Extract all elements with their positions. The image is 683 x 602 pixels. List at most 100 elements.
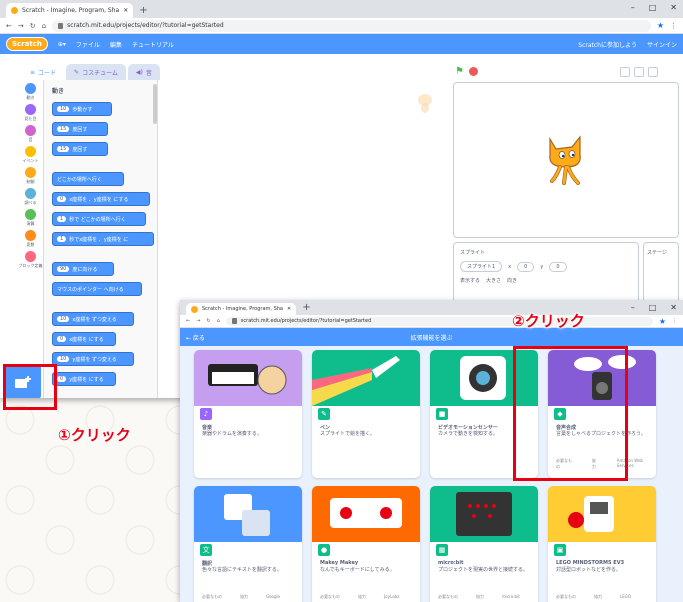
- motion-block[interactable]: 10 y座標を ずつ変える: [52, 352, 134, 366]
- forward-icon[interactable]: →: [196, 318, 200, 324]
- block-input[interactable]: 0: [57, 336, 67, 342]
- motion-block[interactable]: 0 x座標を にする: [52, 332, 116, 346]
- x-label: x: [508, 263, 512, 270]
- reload-icon[interactable]: ↻: [206, 318, 210, 324]
- block-input[interactable]: 15: [57, 146, 70, 152]
- close-tab-icon[interactable]: ✕: [287, 306, 291, 312]
- menu-file[interactable]: ファイル: [76, 40, 100, 49]
- block-label: 歩動かす: [72, 106, 93, 113]
- globe-icon[interactable]: ⊕▾: [58, 41, 66, 48]
- extension-card[interactable]: ■ ビデオモーションセンサー カメラで動きを検知する。: [430, 350, 538, 478]
- menu-tutorials[interactable]: チュートリアル: [132, 40, 174, 49]
- scratch-cat-sprite[interactable]: [542, 133, 588, 187]
- motion-block[interactable]: 0 x座標を 、y座標を にする: [52, 192, 150, 206]
- block-input[interactable]: 0: [57, 196, 67, 202]
- extension-image: [430, 350, 538, 406]
- browser-tab-2[interactable]: Scratch - Imagine, Program, Sha ✕: [186, 303, 297, 315]
- motion-block[interactable]: 10 x座標を ずつ変える: [52, 312, 134, 326]
- category-0[interactable]: 動き: [18, 83, 43, 101]
- motion-block[interactable]: 15 度回す: [52, 142, 108, 156]
- large-stage-icon[interactable]: [634, 67, 644, 77]
- motion-block[interactable]: マウスのポインター へ向ける: [52, 282, 142, 296]
- speaker-icon: ◀): [135, 68, 143, 76]
- tab-costumes[interactable]: ✎ コスチューム: [66, 64, 126, 80]
- maximize-icon[interactable]: □: [649, 3, 657, 12]
- signin-link[interactable]: サインイン: [647, 40, 677, 49]
- back-button[interactable]: ← 戻る: [186, 333, 205, 342]
- block-input[interactable]: 90: [57, 266, 70, 272]
- close-window-icon[interactable]: ✕: [670, 3, 677, 12]
- block-input[interactable]: 15: [57, 126, 70, 132]
- stop-icon[interactable]: [468, 67, 478, 76]
- category-1[interactable]: 見た目: [18, 104, 43, 122]
- url-text-2: scratch.mit.edu/projects/editor/?tutoria…: [240, 318, 372, 324]
- scratch-logo[interactable]: Scratch: [6, 37, 48, 51]
- sprite-watermark-icon: [418, 94, 432, 113]
- block-input[interactable]: 10: [57, 356, 70, 362]
- menu-edit[interactable]: 編集: [110, 40, 122, 49]
- palette-scrollbar[interactable]: [153, 84, 157, 124]
- category-8[interactable]: ブロック定義: [18, 251, 43, 269]
- kebab-menu-icon[interactable]: ⋮: [672, 318, 677, 324]
- back-icon[interactable]: ←: [186, 318, 190, 324]
- extension-title: ペン: [320, 425, 331, 431]
- palette-title: 動き: [52, 88, 65, 95]
- forward-icon[interactable]: →: [18, 22, 24, 30]
- motion-block[interactable]: 1 秒で どこかの場所へ行く: [52, 212, 146, 226]
- extension-card[interactable]: ✎ ペン スプライトで絵を描く。: [312, 350, 420, 478]
- url-field-2[interactable]: scratch.mit.edu/projects/editor/?tutoria…: [225, 316, 653, 326]
- block-input[interactable]: 10: [57, 316, 70, 322]
- back-icon[interactable]: ←: [6, 22, 12, 30]
- browser-tab[interactable]: Scratch - Imagine, Program, Sha ✕: [6, 3, 134, 18]
- category-2[interactable]: 音: [18, 125, 43, 143]
- x-field[interactable]: 0: [517, 261, 535, 272]
- extension-card[interactable]: ▣ LEGO MINDSTORMS EV3 対話型ロボットなどを作る。 必要なもの 協力…: [548, 486, 656, 602]
- new-tab-icon[interactable]: +: [139, 5, 147, 16]
- bookmark-star-icon[interactable]: ★: [659, 317, 666, 326]
- tab-sounds[interactable]: ◀) 音: [127, 64, 160, 80]
- y-field[interactable]: 0: [549, 261, 567, 272]
- extension-card[interactable]: ◆ 音声合成 言葉をしゃべるプロジェクトを作ろう。 必要なもの 協力 Amazon Web…: [548, 350, 656, 478]
- category-7[interactable]: 変数: [18, 230, 43, 248]
- motion-block[interactable]: どこかの場所へ行く: [52, 172, 124, 186]
- extension-card[interactable]: 文翻訳 色々な言語にテキストを翻訳する。 必要なもの 協力 Google: [194, 486, 302, 602]
- url-field[interactable]: scratch.mit.edu/projects/editor/?tutoria…: [52, 19, 651, 32]
- kebab-menu-icon[interactable]: ⋮: [670, 22, 677, 30]
- small-stage-icon[interactable]: [620, 67, 630, 77]
- join-link[interactable]: Scratchに参加しよう: [578, 40, 637, 49]
- block-input[interactable]: 1: [57, 236, 67, 242]
- minimize-icon[interactable]: –: [631, 303, 635, 312]
- add-extension-icon: [15, 376, 31, 388]
- close-window-icon[interactable]: ✕: [670, 303, 677, 312]
- category-3[interactable]: イベント: [18, 146, 43, 164]
- minimize-icon[interactable]: –: [631, 3, 635, 12]
- bookmark-star-icon[interactable]: ★: [657, 21, 664, 30]
- block-input[interactable]: 0: [57, 376, 67, 382]
- motion-block[interactable]: 1 秒でx座標を 、y座標を に: [52, 232, 154, 246]
- block-input[interactable]: 10: [57, 106, 70, 112]
- extension-card[interactable]: ♪ 音楽 楽器やドラムを演奏する。: [194, 350, 302, 478]
- block-input[interactable]: 1: [57, 216, 67, 222]
- maximize-icon[interactable]: □: [649, 303, 657, 312]
- home-icon[interactable]: ⌂: [42, 22, 46, 30]
- add-extension-button[interactable]: [5, 366, 41, 398]
- tab-code[interactable]: ≡ コード: [22, 64, 65, 80]
- category-4[interactable]: 制御: [18, 167, 43, 185]
- sprite-name-field[interactable]: スプライト1: [460, 261, 503, 272]
- extension-card[interactable]: ▦ micro:bit プロジェクトを現実の世界と接続する。 必要なもの 協力 micro…: [430, 486, 538, 602]
- motion-block[interactable]: 15 度回す: [52, 122, 108, 136]
- green-flag-icon[interactable]: ⚑: [455, 66, 464, 77]
- home-icon[interactable]: ⌂: [217, 318, 220, 324]
- extension-card[interactable]: ● Makey Makey なんでもキーボードにしてみる。 必要なもの 協力 JoyLab…: [312, 486, 420, 602]
- stage[interactable]: [453, 82, 679, 238]
- new-tab-icon[interactable]: +: [302, 302, 310, 313]
- motion-block[interactable]: 0 y座標を にする: [52, 372, 116, 386]
- category-6[interactable]: 演算: [18, 209, 43, 227]
- block-label: x座標を 、y座標を にする: [69, 196, 129, 203]
- fullscreen-icon[interactable]: [648, 67, 658, 77]
- reload-icon[interactable]: ↻: [30, 22, 36, 30]
- category-5[interactable]: 調べる: [18, 188, 43, 206]
- motion-block[interactable]: 90 度に向ける: [52, 262, 114, 276]
- motion-block[interactable]: 10 歩動かす: [52, 102, 112, 116]
- close-tab-icon[interactable]: ✕: [123, 7, 128, 14]
